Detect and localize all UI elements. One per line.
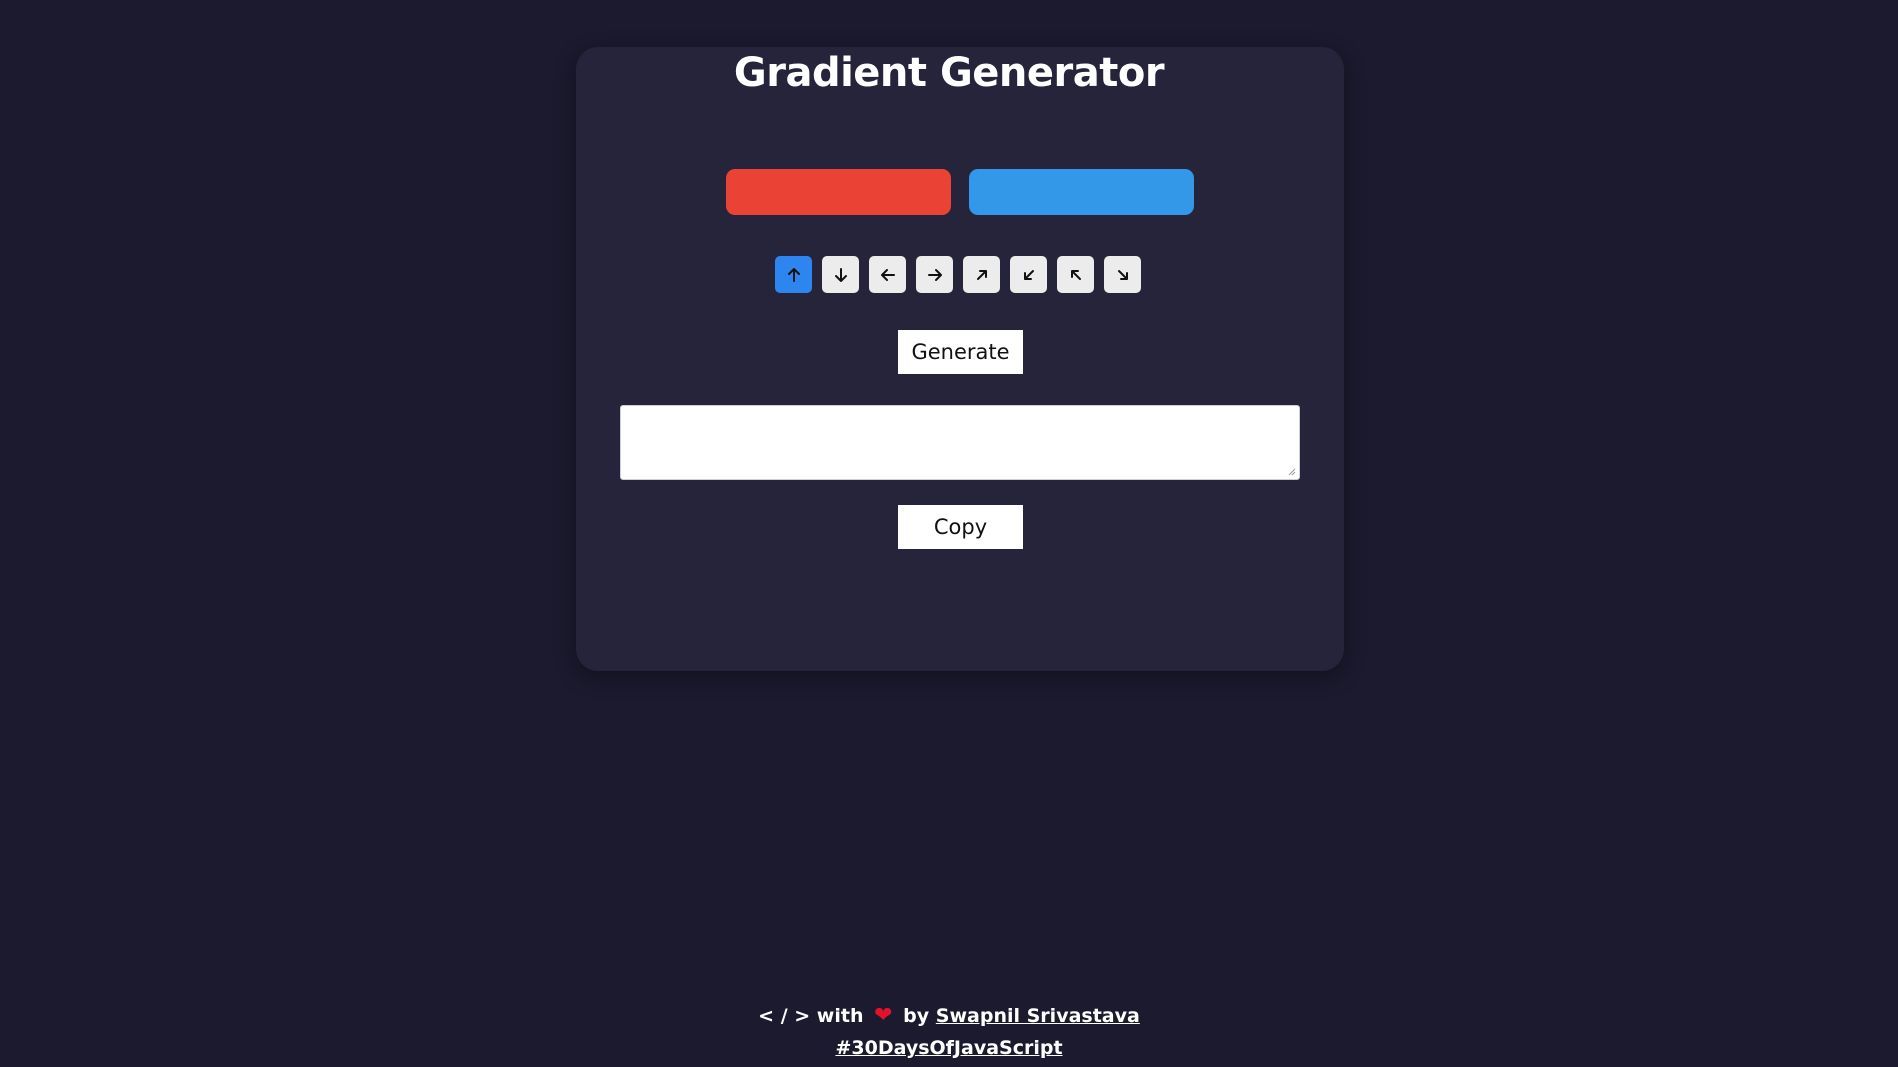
author-link[interactable]: Swapnil Srivastava xyxy=(936,1005,1140,1027)
direction-down-button[interactable] xyxy=(822,256,859,293)
heart-icon: ❤ xyxy=(874,1003,893,1028)
direction-down-right-button[interactable] xyxy=(1104,256,1141,293)
direction-left-button[interactable] xyxy=(869,256,906,293)
css-output-textarea[interactable] xyxy=(620,405,1300,480)
direction-right-button[interactable] xyxy=(916,256,953,293)
direction-up-right-button[interactable] xyxy=(963,256,1000,293)
page-title: Gradient Generator xyxy=(733,50,1165,96)
arrow-right-icon xyxy=(927,268,942,281)
direction-up-button[interactable] xyxy=(775,256,812,293)
color-picker-2[interactable] xyxy=(969,169,1194,215)
footer-hashtag-line: #30DaysOfJavaScript xyxy=(0,1032,1898,1064)
generate-button[interactable]: Generate xyxy=(898,330,1023,374)
arrow-down-right-icon xyxy=(1117,269,1128,280)
copy-button[interactable]: Copy xyxy=(898,505,1023,549)
direction-buttons xyxy=(775,256,1141,293)
footer-by: by xyxy=(903,1005,930,1027)
color-picker-1[interactable] xyxy=(726,169,951,215)
arrow-up-icon xyxy=(787,267,800,282)
direction-up-left-button[interactable] xyxy=(1057,256,1094,293)
arrow-up-left-icon xyxy=(1070,269,1081,280)
hashtag-link[interactable]: #30DaysOfJavaScript xyxy=(835,1037,1062,1059)
direction-down-left-button[interactable] xyxy=(1010,256,1047,293)
arrow-down-icon xyxy=(834,267,847,282)
footer-prefix: < / > with xyxy=(758,1005,864,1027)
arrow-left-icon xyxy=(880,268,895,281)
footer: < / > with ❤ by Swapnil Srivastava #30Da… xyxy=(0,1000,1898,1064)
resize-handle-icon[interactable] xyxy=(1287,467,1296,476)
arrow-up-right-icon xyxy=(976,269,987,280)
footer-credit-line: < / > with ❤ by Swapnil Srivastava xyxy=(0,1000,1898,1032)
arrow-down-left-icon xyxy=(1023,269,1034,280)
